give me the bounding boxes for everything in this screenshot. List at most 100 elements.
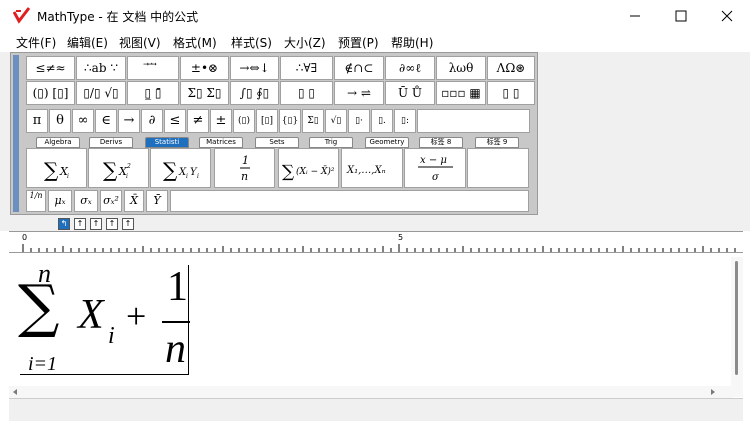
menu-size[interactable]: 大小(Z) xyxy=(284,34,326,51)
svg-text:i: i xyxy=(197,173,199,180)
selection-baseline xyxy=(20,374,189,375)
tab-algebra[interactable]: Algebra xyxy=(36,137,80,148)
fraction-numerator: 1 xyxy=(167,264,188,310)
subscript-i: i xyxy=(108,323,115,349)
svg-text:i: i xyxy=(67,173,69,180)
tab-matrices[interactable]: Matrices xyxy=(199,137,243,148)
menu-help[interactable]: 帮助(H) xyxy=(391,34,433,51)
template-sum-xi[interactable]: ∑ X i xyxy=(26,148,87,188)
nav-up-button-1[interactable]: ↑ xyxy=(74,218,86,230)
small-template-sigma-x[interactable]: σₓ xyxy=(74,190,98,212)
equation-display[interactable]: n ∑ i=1 X i + 1 n xyxy=(16,259,190,377)
template-braces[interactable]: {▯} xyxy=(279,109,301,133)
title-bar: MathType - 在 文档 中的公式 xyxy=(0,0,750,32)
template-parentheses[interactable]: (▯) xyxy=(233,109,255,133)
template-colon[interactable]: ▯: xyxy=(394,109,416,133)
close-icon xyxy=(721,10,733,22)
status-bar xyxy=(9,398,743,421)
small-template-variance[interactable]: σₓ² xyxy=(100,190,122,212)
template-sqrt[interactable]: √▯ xyxy=(325,109,347,133)
palette-relations[interactable]: ≤≠≈ xyxy=(26,56,75,80)
template-sum-xiyi[interactable]: ∑ X i Y i xyxy=(150,148,211,188)
template-dot-below[interactable]: ▯. xyxy=(371,109,393,133)
menu-style[interactable]: 样式(S) xyxy=(231,34,272,51)
template-sum-xi-squared[interactable]: ∑ X i 2 xyxy=(88,148,149,188)
symbol-element-of[interactable]: ∈ xyxy=(95,109,117,133)
nav-return-button[interactable]: ↰ xyxy=(58,218,70,230)
tab-trig[interactable]: Trig xyxy=(309,137,353,148)
palette-greek-upper[interactable]: ΛΩ⊛ xyxy=(487,56,535,80)
variable-x: X xyxy=(78,292,104,338)
palette-greek-lower[interactable]: λωθ xyxy=(436,56,486,80)
template-dot-above[interactable]: ▯· xyxy=(348,109,370,133)
window-title: MathType - 在 文档 中的公式 xyxy=(37,10,199,24)
symbol-theta[interactable]: θ xyxy=(49,109,71,133)
palette-arrows[interactable]: →⇔↓ xyxy=(230,56,279,80)
palette-logic[interactable]: ∴∀∃ xyxy=(280,56,333,80)
symbol-partial[interactable]: ∂ xyxy=(141,109,163,133)
menu-edit[interactable]: 编辑(E) xyxy=(67,34,108,51)
template-empty-slot xyxy=(467,148,529,188)
ruler-ticks xyxy=(22,244,736,252)
palette-fractions[interactable]: ▯/▯ √▯ xyxy=(76,81,126,105)
palette-embellishments[interactable]: ⃗ ⃑ ⃗ xyxy=(127,56,179,80)
svg-text:x − μ: x − μ xyxy=(420,155,447,166)
template-standardize[interactable]: x − μ σ xyxy=(404,148,466,188)
tab-derivs[interactable]: Derivs xyxy=(89,137,133,148)
sum-xiyi-icon: ∑ X i Y i xyxy=(163,158,199,182)
palette-sets[interactable]: ∉∩⊂ xyxy=(334,56,384,80)
small-template-x-bar[interactable]: X̄ xyxy=(124,190,144,212)
menu-preferences[interactable]: 预置(P) xyxy=(338,34,379,51)
tab-geometry[interactable]: Geometry xyxy=(365,137,409,148)
tab-statistics[interactable]: Statisti xyxy=(145,137,189,148)
horizontal-scrollbar[interactable] xyxy=(9,386,733,398)
vertical-scroll-thumb[interactable] xyxy=(735,261,738,375)
nav-up-button-4[interactable]: ↑ xyxy=(122,218,134,230)
tab-label-9[interactable]: 标签 9 xyxy=(475,137,519,148)
palette-bars[interactable]: ▯ ▯ xyxy=(280,81,333,105)
tab-sets[interactable]: Sets xyxy=(255,137,299,148)
template-one-over-n[interactable]: 1 n xyxy=(214,148,275,188)
svg-text:∑: ∑ xyxy=(163,158,178,182)
palette-operators[interactable]: ±•⊗ xyxy=(180,56,229,80)
svg-text:∑: ∑ xyxy=(282,162,294,182)
symbol-infinity[interactable]: ∞ xyxy=(72,109,94,133)
symbol-pi[interactable]: π xyxy=(26,109,48,133)
tab-label-8[interactable]: 标签 8 xyxy=(419,137,463,148)
small-template-y-bar[interactable]: Ȳ xyxy=(146,190,168,212)
template-sum-squared-deviation[interactable]: ∑ (Xᵢ − X̄)² xyxy=(278,148,339,188)
palette-misc[interactable]: ∂∞ℓ xyxy=(385,56,435,80)
palette-labeled-arrows[interactable]: → ⇌ xyxy=(334,81,384,105)
palette-products[interactable]: Ū Ů xyxy=(385,81,435,105)
symbol-neq[interactable]: ≠ xyxy=(187,109,209,133)
palette-boxes[interactable]: ▯ ▯ xyxy=(487,81,535,105)
menu-view[interactable]: 视图(V) xyxy=(119,34,161,51)
symbol-leq[interactable]: ≤ xyxy=(164,109,186,133)
palette-summations[interactable]: Σ▯ Σ▯ xyxy=(180,81,229,105)
vertical-scrollbar[interactable] xyxy=(731,257,743,397)
palette-integrals[interactable]: ∫▯ ∮▯ xyxy=(230,81,279,105)
template-sum[interactable]: Σ▯ xyxy=(302,109,324,133)
svg-text:1: 1 xyxy=(242,154,249,167)
sum-xi-icon: ∑ X i xyxy=(44,158,69,182)
symbol-right-arrow[interactable]: → xyxy=(118,109,140,133)
ruler-mark-0: 0 xyxy=(22,233,28,242)
svg-text:X₁,…,Xₙ: X₁,…,Xₙ xyxy=(346,165,386,176)
minimize-button[interactable] xyxy=(612,0,658,32)
toolbar-gripper[interactable] xyxy=(13,55,19,212)
small-template-mu-x[interactable]: μₓ xyxy=(48,190,72,212)
maximize-button[interactable] xyxy=(658,0,704,32)
small-template-one-over-n[interactable]: 1/n xyxy=(26,190,46,212)
close-button[interactable] xyxy=(704,0,750,32)
template-brackets[interactable]: [▯] xyxy=(256,109,278,133)
template-sequence[interactable]: X₁,…,Xₙ xyxy=(341,148,403,188)
palette-matrices[interactable]: ▫▫▫ ▦ xyxy=(436,81,486,105)
nav-up-button-2[interactable]: ↑ xyxy=(90,218,102,230)
menu-format[interactable]: 格式(M) xyxy=(173,34,217,51)
symbol-plus-minus[interactable]: ± xyxy=(210,109,232,133)
menu-file[interactable]: 文件(F) xyxy=(16,34,56,51)
palette-spaces[interactable]: ∴ab ∵ xyxy=(76,56,126,80)
nav-up-button-3[interactable]: ↑ xyxy=(106,218,118,230)
palette-fences[interactable]: (▯) [▯] xyxy=(26,81,75,105)
palette-subscripts[interactable]: ▯̲ ▯̄ xyxy=(127,81,179,105)
